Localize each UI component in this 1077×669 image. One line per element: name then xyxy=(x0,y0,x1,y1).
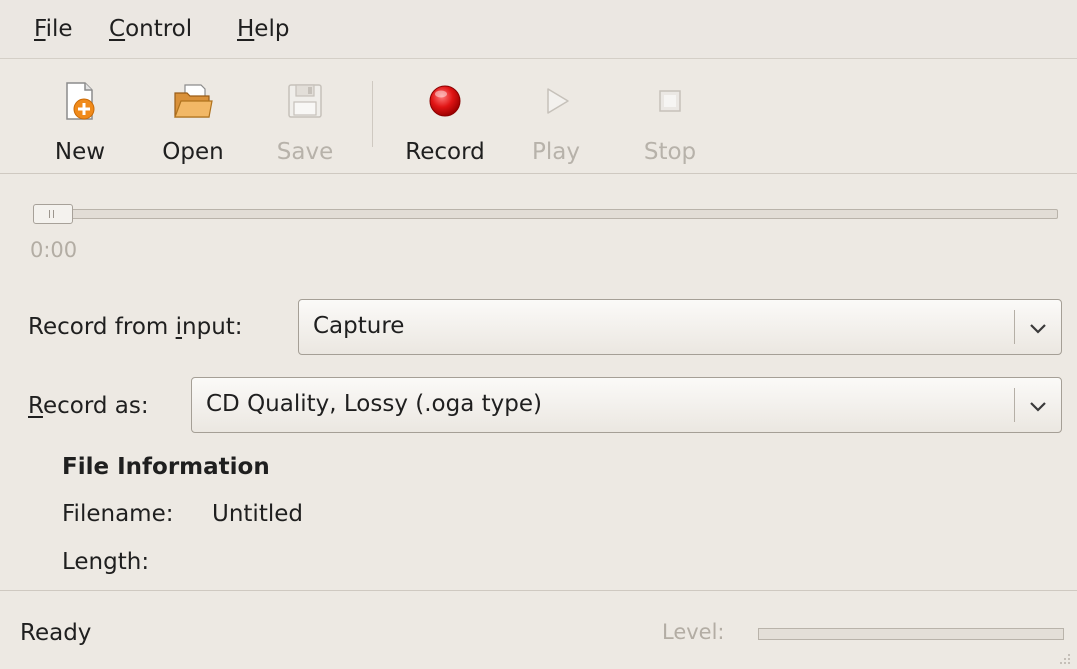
play-icon xyxy=(547,88,569,114)
record-as-value: CD Quality, Lossy (.oga type) xyxy=(206,391,542,417)
level-meter xyxy=(758,628,1064,640)
record-as-label-post: ecord as: xyxy=(42,393,149,419)
toolbar-separator xyxy=(372,81,373,147)
stop-icon xyxy=(659,90,681,112)
resize-grip-icon[interactable] xyxy=(1057,651,1071,665)
record-from-label-pre: Record from xyxy=(28,314,176,340)
menu-control[interactable]: Control xyxy=(109,16,192,42)
save-button-label: Save xyxy=(276,139,334,165)
record-button-label: Record xyxy=(405,139,485,165)
record-from-input-combo[interactable]: Capture xyxy=(298,299,1062,355)
play-button-label: Play xyxy=(532,139,580,165)
chevron-down-icon xyxy=(1030,402,1046,412)
statusbar-divider xyxy=(0,590,1077,591)
record-icon xyxy=(429,85,461,117)
new-button-label: New xyxy=(54,139,106,165)
record-from-label-post: nput: xyxy=(182,314,243,340)
menu-file[interactable]: File xyxy=(34,16,73,42)
filename-value: Untitled xyxy=(212,501,303,527)
record-from-input-value: Capture xyxy=(313,313,405,339)
length-key: Length: xyxy=(62,549,150,575)
combo-separator xyxy=(1014,388,1015,422)
save-icon xyxy=(288,84,322,118)
menu-file-label: ile xyxy=(45,16,73,42)
slider-grip-line xyxy=(49,210,50,218)
record-as-label-mnemonic: R xyxy=(28,393,43,419)
stop-button-label: Stop xyxy=(643,139,697,165)
new-file-icon xyxy=(66,82,95,120)
file-information-heading: File Information xyxy=(62,454,270,480)
time-readout: 0:00 xyxy=(30,238,78,262)
record-as-label: Record as: xyxy=(28,393,149,419)
menu-control-label: ontrol xyxy=(125,16,193,42)
seek-slider-track[interactable] xyxy=(34,209,1058,219)
record-from-input-label: Record from input: xyxy=(28,314,243,340)
open-button-label: Open xyxy=(162,139,224,165)
menu-help-mnemonic: H xyxy=(237,16,255,42)
chevron-down-icon xyxy=(1030,324,1046,334)
status-text: Ready xyxy=(20,620,92,646)
menu-control-mnemonic: C xyxy=(109,16,126,42)
seek-slider-thumb[interactable] xyxy=(33,204,73,224)
menu-file-mnemonic: F xyxy=(34,16,46,42)
menubar: File Control Help xyxy=(0,0,1077,59)
level-label: Level: xyxy=(662,620,725,644)
play-button[interactable]: Play xyxy=(518,73,594,165)
filename-key: Filename: xyxy=(62,501,174,527)
record-button[interactable]: Record xyxy=(393,73,497,165)
menu-help-label: elp xyxy=(254,16,290,42)
slider-grip-line xyxy=(53,210,54,218)
record-as-combo[interactable]: CD Quality, Lossy (.oga type) xyxy=(191,377,1062,433)
open-folder-icon xyxy=(174,84,213,118)
toolbar: New Open Save Record Play Stop xyxy=(0,59,1077,174)
new-button[interactable]: New xyxy=(36,73,124,165)
open-button[interactable]: Open xyxy=(148,73,238,165)
save-button[interactable]: Save xyxy=(262,73,348,165)
stop-button[interactable]: Stop xyxy=(630,73,710,165)
menu-help[interactable]: Help xyxy=(237,16,289,42)
combo-separator xyxy=(1014,310,1015,344)
